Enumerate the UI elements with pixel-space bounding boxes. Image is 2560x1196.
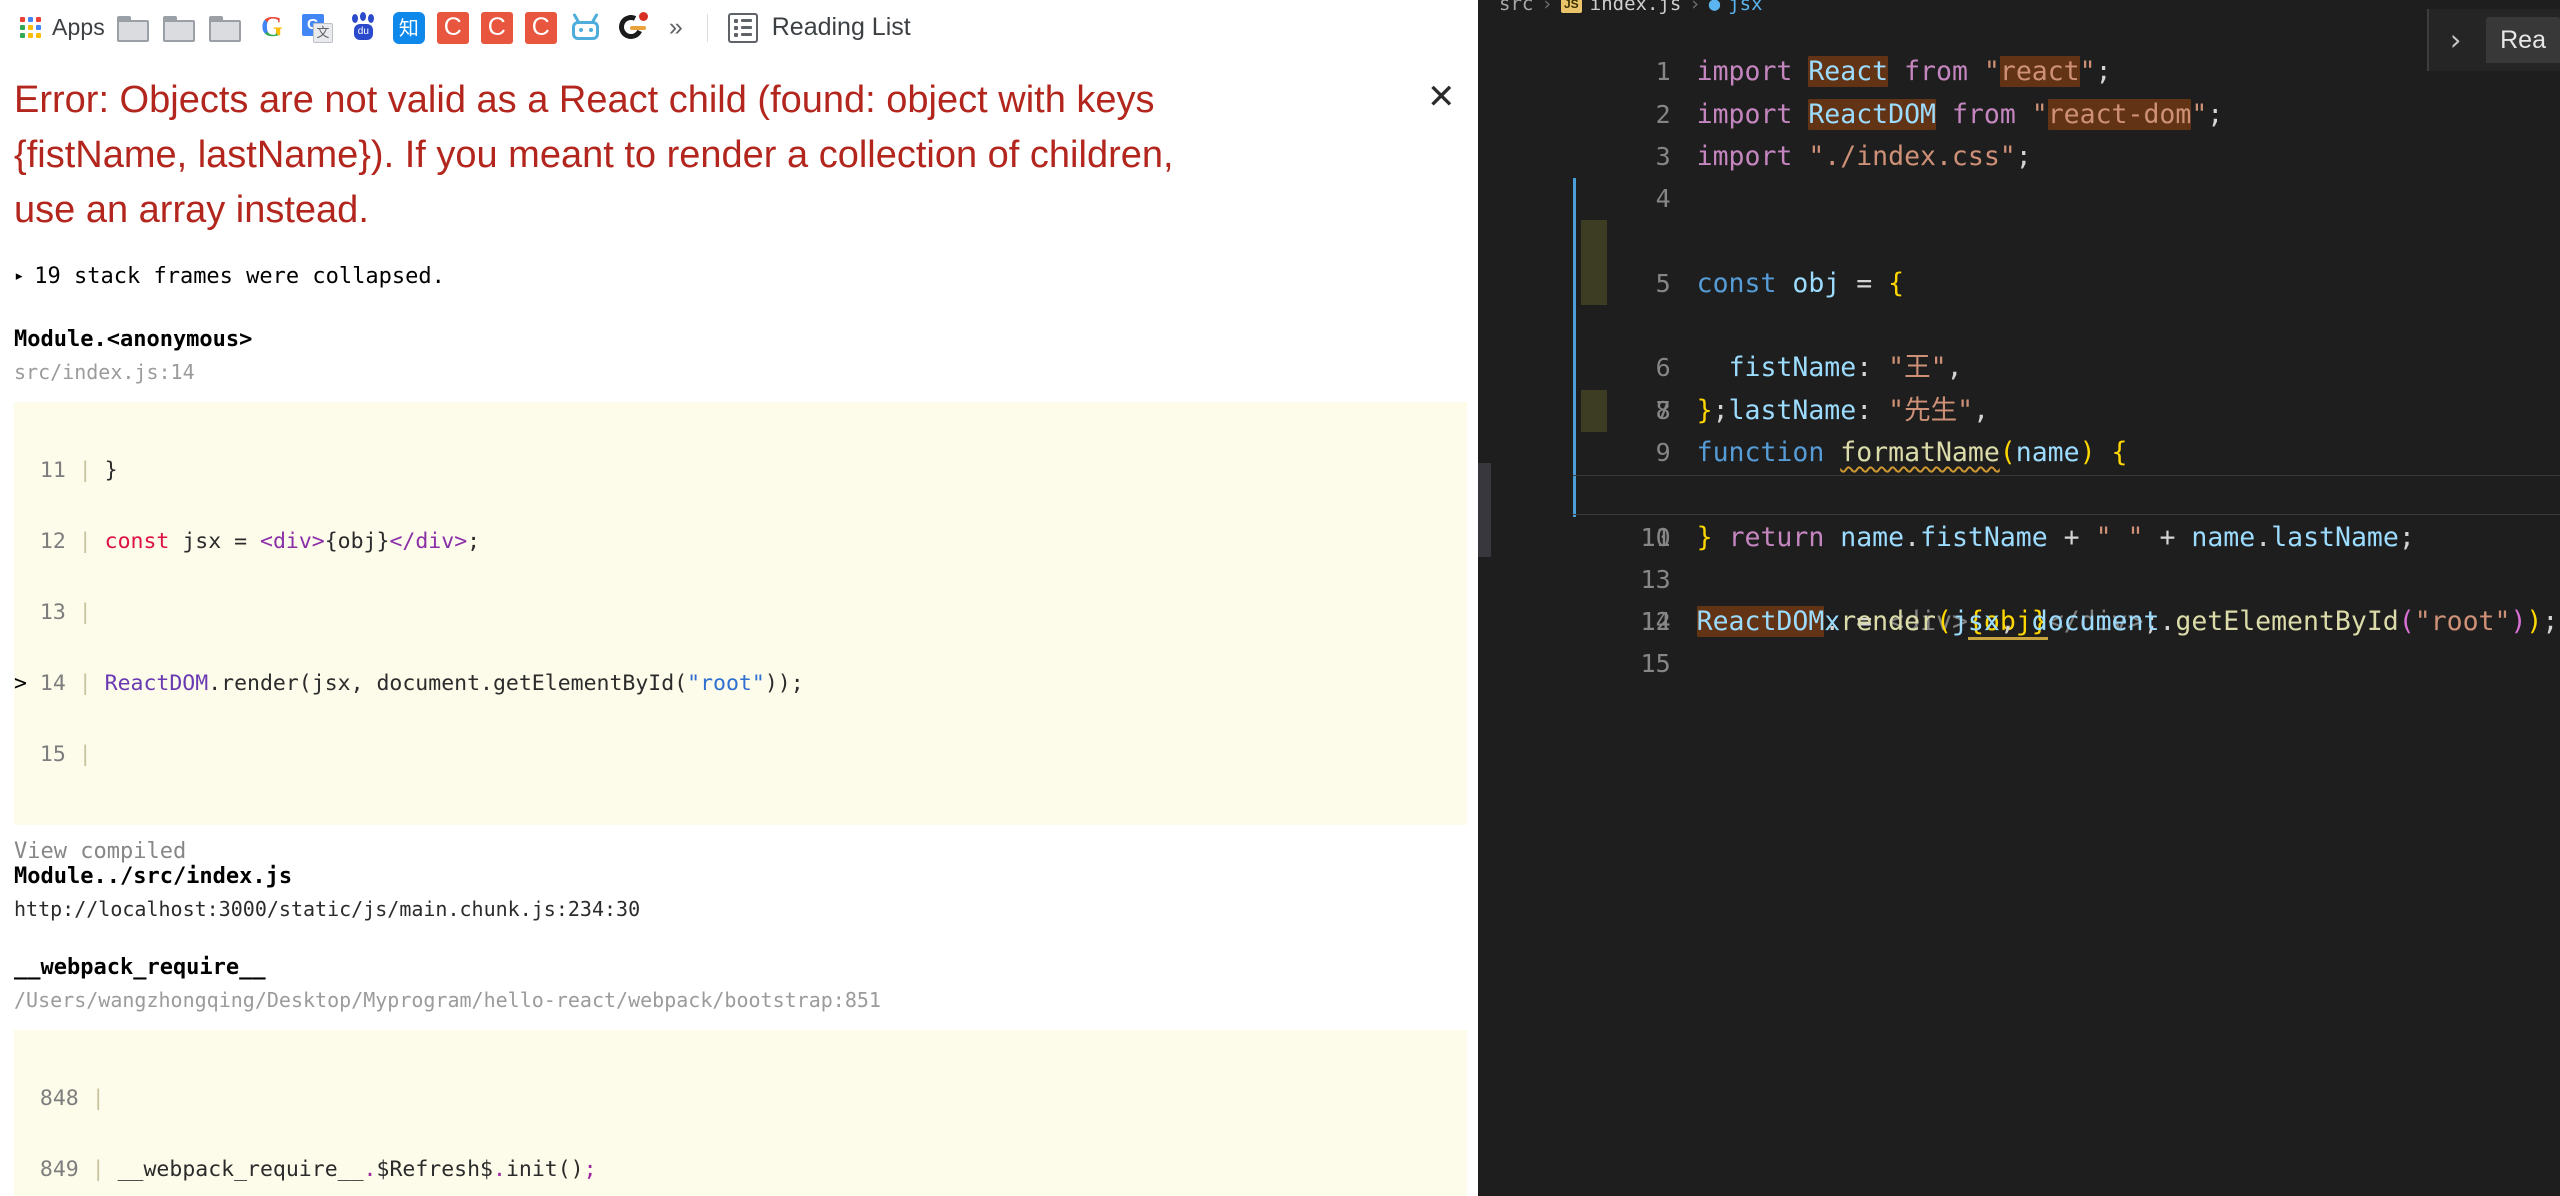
active-line-highlight [1573,475,2560,516]
inspur-icon [615,11,649,45]
folder-icon [162,14,197,42]
bookmark-folder-3[interactable] [203,6,249,50]
editor-line-active[interactable]: 12const jsx = <div>{obj}</div>; [1491,474,2560,641]
bookmark-google[interactable]: G [249,6,295,50]
indent-guide [1573,178,1576,221]
indent-guide [1573,220,1576,263]
reading-list-icon [727,12,758,43]
stack-frame-function: Module../src/index.js [14,864,293,890]
stack-frame: Module../src/index.js http://localhost:3… [14,864,1467,921]
collapsed-frames-label: 19 stack frames were collapsed. [34,264,445,290]
collapsed-frames-toggle[interactable]: ▸ 19 stack frames were collapsed. [14,264,1467,289]
apps-button[interactable]: Apps [14,6,111,50]
indent-guide [1573,474,1576,517]
editor-line[interactable]: 10 return name.fistName + " " + name.las… [1491,389,2560,553]
indent-block [1581,262,1607,306]
csdn-icon: C [436,11,469,44]
stack-frame-location: src/index.js:14 [14,360,195,385]
editor-line[interactable]: 9 function formatName(name) { [1491,347,2560,468]
editor-line[interactable]: 2 import ReactDOM from "react-dom"; [1491,51,2560,130]
baidu-icon: du [347,11,381,45]
apps-grid-icon [20,17,41,38]
reading-list-label: Reading List [771,13,911,41]
indent-guide [1573,431,1576,475]
bookmark-csdn-3[interactable]: C [519,6,563,50]
google-icon: G [255,11,289,45]
editor-code-area[interactable]: 1 import React from "react"; 2 import Reac… [1491,9,2560,678]
bookmark-baidu[interactable]: du [341,6,387,50]
bookmark-folder-2[interactable] [157,6,203,50]
stack-frame: Module.<anonymous> src/index.js:14 11 | … [14,327,1467,864]
zhihu-icon: 知 [392,11,425,44]
bookmark-google-translate[interactable]: G文 [295,6,341,50]
stack-frame-location: /Users/wangzhongqing/Desktop/Myprogram/h… [14,988,881,1013]
editor-flyout-panel[interactable]: › Rea [2426,9,2560,71]
bookmark-bilibili[interactable] [563,6,609,50]
stack-frame-function: __webpack_require__ [14,955,266,981]
bookmarks-overflow-button[interactable]: » [655,15,697,40]
stack-frame-function: Module.<anonymous> [14,327,253,353]
code-snippet: 11 | } 12 | const jsx = <div>{obj}</div>… [14,402,1467,826]
code-snippet: 848 | 849 | __webpack_require__.$Refresh… [14,1030,1467,1196]
screen: Apps G G文 du [0,0,2560,1196]
editor-line[interactable]: 14 ReactDOM.render(jsx, document.getEleme… [1491,559,2560,638]
browser-pane: Apps G G文 du [0,0,1491,1196]
editor-line[interactable]: 4 [1491,136,2560,213]
editor-line[interactable]: 8}; [1491,305,2560,426]
editor-line[interactable]: 3 import "./index.css"; [1491,94,2560,172]
line-number: 15 [1640,649,1671,679]
bookmark-zhihu[interactable]: 知 [387,6,431,50]
bookmark-folder-1[interactable] [111,6,157,50]
bookmarks-bar: Apps G G文 du [0,0,1491,55]
indent-guide [1573,347,1576,390]
folder-icon [116,14,151,42]
code-editor-pane: src › JS index.js › ● jsx › Rea 1 import … [1491,0,2560,1196]
editor-scrollbar[interactable] [1478,0,1491,1196]
indent-guide [1573,389,1576,432]
indent-guide [1573,305,1576,348]
stack-frame-location: http://localhost:3000/static/js/main.chu… [14,897,641,922]
editor-line[interactable]: 1 import React from "react"; [1491,9,2560,88]
react-error-overlay: ✕ Error: Objects are not valid as a Reac… [0,55,1491,1196]
editor-line[interactable]: 6 fistName: "王", [1491,220,2560,383]
chevron-right-icon: ▸ [14,266,25,287]
editor-line[interactable]: 11} [1491,431,2560,553]
scrollbar-thumb[interactable] [1478,463,1491,557]
editor-line[interactable]: 5 const obj = { [1491,178,2560,299]
bilibili-icon [569,12,603,43]
bookmark-inspur[interactable] [609,6,655,50]
chevron-right-icon[interactable]: › [2447,25,2464,55]
editor-line[interactable]: 15 [1491,601,2560,678]
google-translate-icon: G文 [301,11,335,45]
indent-guide [1573,262,1576,306]
bookmark-csdn-2[interactable]: C [475,6,519,50]
reading-list-button[interactable]: Reading List [718,12,921,43]
bookmark-csdn-1[interactable]: C [431,6,475,50]
error-title: Error: Objects are not valid as a React … [14,79,1174,232]
editor-line[interactable]: 7 lastName: "先生", [1491,262,2560,426]
apps-label: Apps [52,14,105,40]
toolbar-divider [706,13,708,42]
editor-line[interactable]: 13 [1491,517,2560,594]
close-icon[interactable]: ✕ [1421,77,1461,117]
csdn-icon: C [480,11,513,44]
stack-frame: __webpack_require__ /Users/wangzhongqing… [14,955,1467,1196]
folder-icon [208,14,243,42]
csdn-icon: C [524,11,557,44]
indent-block [1581,389,1607,432]
view-compiled-link[interactable]: View compiled [14,839,1467,864]
flyout-tab-label[interactable]: Rea [2486,17,2560,63]
indent-block [1581,220,1607,263]
